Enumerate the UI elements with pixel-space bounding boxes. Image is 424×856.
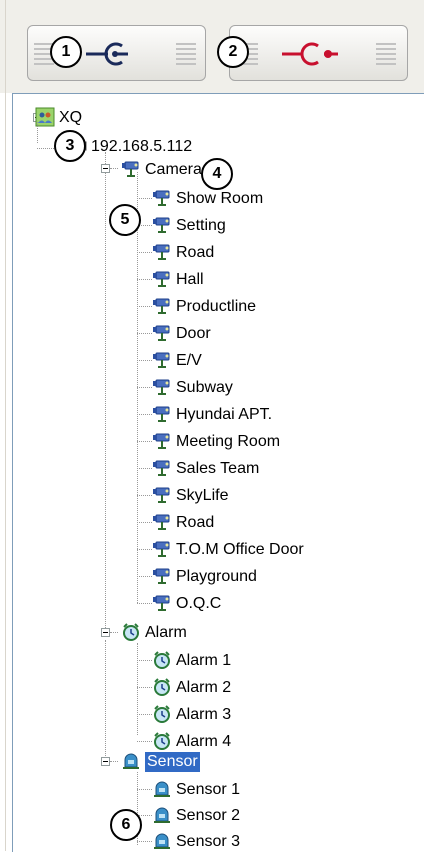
tree-line <box>137 643 139 735</box>
sensor-icon <box>121 751 141 771</box>
alarm-icon <box>121 622 141 642</box>
tree-line <box>137 549 152 551</box>
tree-node-camera[interactable]: SkyLife <box>176 486 228 506</box>
tree-node-camera[interactable]: Hyundai APT. <box>176 405 272 425</box>
tree-node-camera[interactable]: Subway <box>176 378 233 398</box>
tree-node-camera[interactable]: Meeting Room <box>176 432 280 452</box>
tree-node-alarm-group[interactable]: Alarm <box>145 623 187 643</box>
tree-line <box>137 495 152 497</box>
tree-node-camera-group[interactable]: Camera <box>145 160 202 180</box>
collapse-toggle[interactable] <box>101 164 110 173</box>
camera-icon <box>152 539 172 559</box>
tree-node-camera[interactable]: Road <box>176 513 214 533</box>
tree-node-camera[interactable]: Show Room <box>176 189 263 209</box>
sensor-icon <box>152 805 172 825</box>
tree-node-sensor[interactable]: Sensor 2 <box>176 806 240 826</box>
sensor-icon <box>152 831 172 851</box>
tree-line <box>137 441 152 443</box>
camera-icon <box>152 593 172 613</box>
tree-line <box>137 576 152 578</box>
tree-line <box>137 603 152 605</box>
tree-line <box>137 360 152 362</box>
tree-line <box>137 789 152 791</box>
tree-node-alarm[interactable]: Alarm 4 <box>176 732 231 752</box>
camera-icon <box>152 215 172 235</box>
camera-icon <box>152 404 172 424</box>
camera-icon <box>152 377 172 397</box>
camera-icon <box>152 431 172 451</box>
tree-line <box>137 714 152 716</box>
tree-node-camera[interactable]: Playground <box>176 567 257 587</box>
tree-node-camera[interactable]: E/V <box>176 351 202 371</box>
tree-line <box>110 632 118 634</box>
alarm-icon <box>152 731 172 751</box>
tree-node-sensor[interactable]: Sensor 3 <box>176 832 240 852</box>
tree-line <box>137 841 152 843</box>
tree-line <box>137 306 152 308</box>
tree-line <box>37 122 39 143</box>
camera-icon <box>152 269 172 289</box>
tree-line <box>105 640 107 758</box>
tree-line <box>137 414 152 416</box>
tree-line <box>137 741 152 743</box>
collapse-toggle[interactable] <box>101 628 110 637</box>
callout-1: 1 <box>50 36 82 68</box>
tree-node-alarm[interactable]: Alarm 1 <box>176 651 231 671</box>
disconnect-icon <box>282 42 338 66</box>
camera-icon <box>152 242 172 262</box>
tree-line <box>137 252 152 254</box>
camera-icon <box>152 485 172 505</box>
tree-node-alarm[interactable]: Alarm 2 <box>176 678 231 698</box>
tree-line <box>137 468 152 470</box>
tree-line <box>110 168 118 170</box>
tree-node-camera[interactable]: O.Q.C <box>176 594 221 614</box>
camera-icon <box>152 296 172 316</box>
tree-line <box>105 152 107 630</box>
callout-5: 5 <box>109 204 141 236</box>
callout-4: 4 <box>201 158 233 190</box>
collapse-toggle[interactable] <box>101 757 110 766</box>
tree-line <box>137 279 152 281</box>
button-grip-right <box>176 43 196 65</box>
callout-3: 3 <box>54 130 86 162</box>
alarm-icon <box>152 677 172 697</box>
alarm-icon <box>152 650 172 670</box>
tree-line <box>110 761 118 763</box>
window-edge <box>5 0 6 851</box>
tree-line <box>137 198 152 200</box>
callout-2: 2 <box>217 36 249 68</box>
tree-node-camera[interactable]: Door <box>176 324 211 344</box>
tree-node-camera[interactable]: Hall <box>176 270 204 290</box>
tree-node-alarm[interactable]: Alarm 3 <box>176 705 231 725</box>
tree-node-camera[interactable]: Productline <box>176 297 256 317</box>
camera-icon <box>152 323 172 343</box>
button-grip-right <box>376 43 396 65</box>
tree-line <box>137 333 152 335</box>
tree-node-sensor[interactable]: Sensor 1 <box>176 780 240 800</box>
callout-6: 6 <box>110 809 142 841</box>
tree-line <box>137 387 152 389</box>
tree-node-camera[interactable]: Setting <box>176 216 226 236</box>
camera-icon <box>152 350 172 370</box>
tree-node-camera[interactable]: Road <box>176 243 214 263</box>
camera-icon <box>152 512 172 532</box>
alarm-icon <box>152 704 172 724</box>
camera-icon <box>152 188 172 208</box>
sensor-icon <box>152 779 172 799</box>
camera-icon <box>152 458 172 478</box>
tree-node-root[interactable]: XQ <box>59 108 82 128</box>
tree-node-camera[interactable]: Sales Team <box>176 459 259 479</box>
tree-node-sensor-group[interactable]: Sensor <box>145 752 200 772</box>
tree-line <box>137 660 152 662</box>
disconnect-button[interactable] <box>229 25 408 81</box>
tree-line <box>137 687 152 689</box>
tree-line <box>137 522 152 524</box>
camera-icon <box>152 566 172 586</box>
connect-icon <box>86 42 128 66</box>
tree-node-camera[interactable]: T.O.M Office Door <box>176 540 304 560</box>
